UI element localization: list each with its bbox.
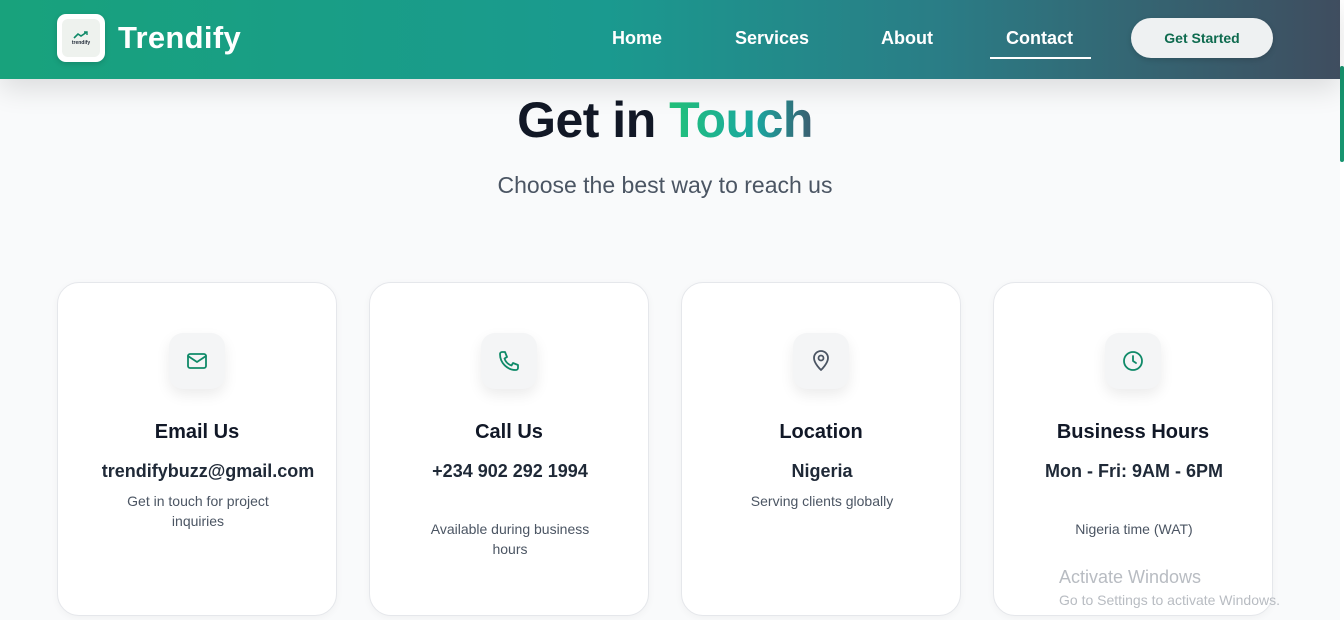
card-title: Email Us bbox=[154, 421, 240, 443]
email-icon-tile bbox=[169, 333, 225, 389]
location-icon-tile bbox=[793, 333, 849, 389]
contact-card-phone: Call Us +234 902 292 1994 Available duri… bbox=[369, 282, 649, 616]
contact-card-hours: Business Hours Mon - Fri: 9AM - 6PM Nige… bbox=[993, 282, 1273, 616]
card-title: Business Hours bbox=[1056, 421, 1210, 443]
mail-icon bbox=[187, 353, 207, 369]
card-title: Location bbox=[779, 421, 863, 443]
active-nav-underline bbox=[990, 57, 1091, 59]
map-pin-icon bbox=[813, 350, 829, 371]
email-address-link[interactable]: trendifybuzz@gmail.com bbox=[78, 457, 338, 485]
top-navbar: trendify Trendify Home Services About Co… bbox=[0, 0, 1340, 79]
page-subtitle: Choose the best way to reach us bbox=[497, 172, 833, 198]
card-note: Nigeria time (WAT) bbox=[1075, 521, 1193, 537]
logo[interactable]: trendify bbox=[57, 14, 105, 62]
logo-text: trendify bbox=[71, 39, 91, 46]
contact-card-location: Location Nigeria Serving clients globall… bbox=[681, 282, 961, 616]
card-note: Available during business hours bbox=[430, 521, 590, 557]
hours-icon-tile bbox=[1105, 333, 1161, 389]
page-title-accent: Touch bbox=[669, 92, 813, 148]
nav-home[interactable]: Home bbox=[612, 28, 662, 49]
page-title: Get in Touch bbox=[0, 91, 1330, 149]
nav-contact[interactable]: Contact bbox=[1006, 28, 1073, 49]
phone-number-link[interactable]: +234 902 292 1994 bbox=[410, 457, 610, 485]
nav-about[interactable]: About bbox=[881, 28, 933, 49]
phone-icon bbox=[499, 351, 519, 371]
clock-icon bbox=[1123, 351, 1143, 371]
card-title: Call Us bbox=[475, 421, 543, 443]
get-started-button[interactable]: Get Started bbox=[1131, 18, 1273, 58]
page-title-main: Get in bbox=[517, 92, 656, 148]
scrollbar-thumb[interactable] bbox=[1340, 66, 1344, 162]
trend-up-icon bbox=[73, 30, 88, 39]
nav-services[interactable]: Services bbox=[735, 28, 809, 49]
card-note: Serving clients globally bbox=[750, 493, 894, 509]
logo-badge: trendify bbox=[62, 19, 100, 57]
hours-value: Mon - Fri: 9AM - 6PM bbox=[1045, 461, 1223, 481]
activate-windows-subtitle: Go to Settings to activate Windows. bbox=[1059, 592, 1280, 608]
activate-windows-title: Activate Windows bbox=[1059, 567, 1202, 587]
contact-card-email: Email Us trendifybuzz@gmail.com Get in t… bbox=[57, 282, 337, 616]
phone-icon-tile bbox=[481, 333, 537, 389]
brand-name[interactable]: Trendify bbox=[118, 20, 241, 56]
location-value: Nigeria bbox=[791, 461, 853, 481]
card-note: Get in touch for project inquiries bbox=[127, 493, 269, 529]
